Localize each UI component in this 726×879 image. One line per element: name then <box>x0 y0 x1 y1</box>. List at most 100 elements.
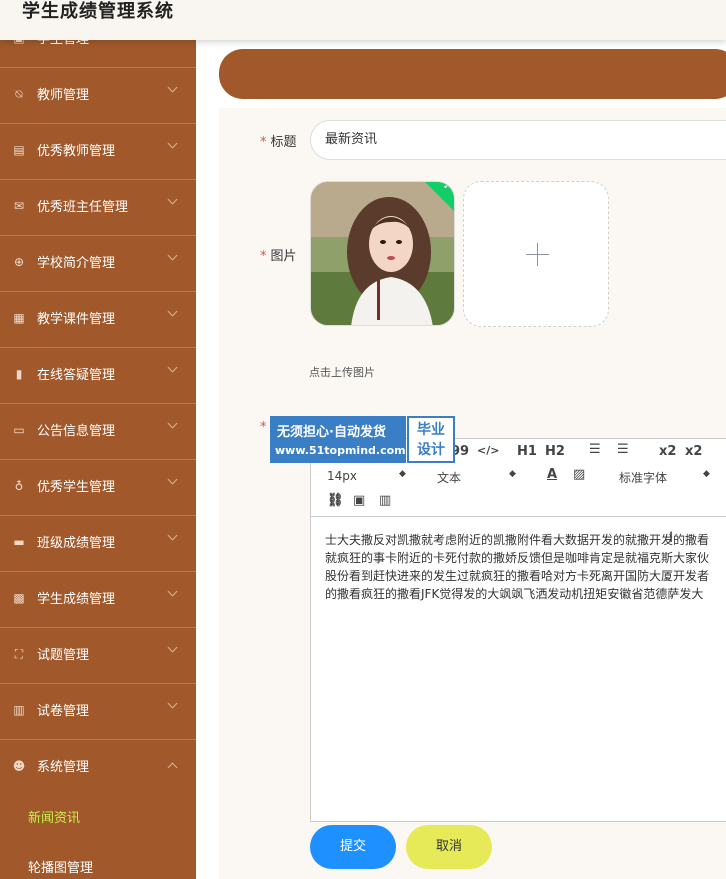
font-family-select[interactable]: 标准字体 ◆ <box>619 469 710 486</box>
watermark-badge: 毕业 设计 <box>407 416 455 463</box>
watermark-line2: www.51topmind.com <box>275 444 406 457</box>
sidebar-item-label: 公告信息管理 <box>37 424 116 439</box>
sidebar-item-students[interactable]: ▣ 学生管理 <box>0 40 196 68</box>
content-label: * <box>260 420 271 435</box>
check-icon: ✓ <box>442 181 452 192</box>
chevron-down-icon <box>167 362 178 373</box>
form-card: * 标题 最新资讯 * 图片 ✓ 点击上传图片 * 99 </> H1 H2 ☰… <box>219 108 726 879</box>
sidebar-item-label: 优秀学生管理 <box>37 480 116 495</box>
title-label-text: 标题 <box>270 135 297 150</box>
chevron-down-icon <box>167 250 178 261</box>
editor-content[interactable]: 士大夫撒反对凯撒就考虑附近的凯撒附件看大数据开发的就撒开发的撒看 就疯狂的事卡附近… <box>325 531 726 603</box>
submit-button[interactable]: 提交 <box>310 825 396 869</box>
chevron-down-icon <box>167 418 178 429</box>
font-size-select[interactable]: 14px ◆ <box>327 469 406 483</box>
font-size-value: 14px <box>327 469 357 483</box>
bullet-list-icon[interactable]: ☰ <box>617 442 629 457</box>
heading1-button[interactable]: H1 <box>517 444 537 459</box>
sidebar-item-label: 优秀教师管理 <box>37 144 116 159</box>
image-icon[interactable]: ▣ <box>353 493 365 508</box>
chevron-down-icon <box>167 138 178 149</box>
bell-off-icon: ⍉ <box>15 87 23 101</box>
title-label: * 标题 <box>260 131 297 150</box>
top-header: 学生成绩管理系统 <box>0 0 726 40</box>
watermark-badge-line2: 设计 <box>417 442 445 458</box>
sidebar-item-excellent-students[interactable]: ♁ 优秀学生管理 <box>0 460 196 516</box>
chevron-down-icon <box>167 642 178 653</box>
sidebar-item-questions[interactable]: ⛶ 试题管理 <box>0 628 196 684</box>
microphone-icon: ♁ <box>14 479 24 493</box>
select-caret-icon: ◆ <box>399 469 406 479</box>
text-cursor-icon: I <box>669 530 674 546</box>
sidebar-item-class-scores[interactable]: ▬ 班级成绩管理 <box>0 516 196 572</box>
chevron-up-icon <box>167 762 178 773</box>
briefcase-icon: ▬ <box>13 535 25 549</box>
sidebar-item-exam-papers[interactable]: ▥ 试卷管理 <box>0 684 196 740</box>
sidebar-subitem-carousel[interactable]: 轮播图管理 <box>0 847 196 879</box>
clipboard-icon: ▤ <box>13 143 25 157</box>
sidebar-item-head-teachers[interactable]: ✉ 优秀班主任管理 <box>0 180 196 236</box>
chevron-down-icon <box>167 82 178 93</box>
superscript-button[interactable]: x2 <box>685 444 702 459</box>
chevron-down-icon <box>167 698 178 709</box>
font-color-icon[interactable]: A <box>547 467 557 482</box>
chevron-down-icon <box>167 306 178 317</box>
sidebar-item-announcements[interactable]: ▭ 公告信息管理 <box>0 404 196 460</box>
editor-line: 的撒看疯狂的撒看JFK觉得发的大飒飒飞洒发动机扭矩安徽省范德萨发大 <box>325 587 704 601</box>
sidebar-item-label: 优秀班主任管理 <box>37 200 129 215</box>
sidebar-item-label: 学校简介管理 <box>37 256 116 271</box>
watermark: 无须担心·自动发货 www.51topmind.com 毕业 设计 <box>270 416 455 463</box>
upload-tip: 点击上传图片 <box>309 366 375 379</box>
app-title: 学生成绩管理系统 <box>22 1 174 22</box>
bar-chart-icon: ▮ <box>15 367 23 381</box>
page-banner <box>219 49 726 99</box>
link-icon[interactable]: ⛓ <box>327 493 344 508</box>
editor-line: 股份看到赶快进来的发生过就疯狂的撒看哈对方卡死离开国防大厦开发者 <box>325 569 710 583</box>
subscript-button[interactable]: x2 <box>659 444 676 459</box>
select-caret-icon: ◆ <box>703 469 710 479</box>
title-input[interactable]: 最新资讯 <box>310 120 726 160</box>
cancel-button[interactable]: 取消 <box>406 825 492 869</box>
sidebar-item-qa[interactable]: ▮ 在线答疑管理 <box>0 348 196 404</box>
image-upload-button[interactable] <box>463 181 609 327</box>
editor-line: 就疯狂的事卡附近的卡死付款的撒娇反馈但是咖啡肯定是就福克斯大家伙 <box>325 551 710 565</box>
chevron-down-icon <box>167 474 178 485</box>
background-color-icon[interactable]: ▨ <box>573 467 585 482</box>
heading2-button[interactable]: H2 <box>545 444 565 459</box>
font-family-value: 标准字体 <box>619 471 668 485</box>
sidebar-subitem-news[interactable]: 新闻资讯 <box>0 797 196 841</box>
picture-icon: ▣ <box>12 40 26 45</box>
text-type-value: 文本 <box>437 471 462 485</box>
compass-icon: ⊕ <box>13 255 25 269</box>
sidebar-item-student-scores[interactable]: ▩ 学生成绩管理 <box>0 572 196 628</box>
chevron-down-icon <box>167 530 178 541</box>
sidebar-item-label: 在线答疑管理 <box>37 368 116 383</box>
sidebar-item-label: 学生成绩管理 <box>37 592 116 607</box>
monitor-icon: ▭ <box>13 423 25 437</box>
sidebar-item-label: 学生管理 <box>37 40 89 68</box>
fullscreen-icon: ⛶ <box>14 647 24 661</box>
sidebar-item-excellent-teachers[interactable]: ▤ 优秀教师管理 <box>0 124 196 180</box>
portrait-photo <box>311 182 454 325</box>
ordered-list-icon[interactable]: ☰ <box>589 442 601 457</box>
sidebar-item-label: 教师管理 <box>37 88 90 103</box>
apps-icon: ▩ <box>13 591 25 605</box>
editor-line: 士大夫撒反对凯撒就考虑附近的凯撒附件看大数据开发的就撒开发的撒看 <box>325 533 710 547</box>
sidebar-item-teachers[interactable]: ⍉ 教师管理 <box>0 68 196 124</box>
sidebar-item-label: 班级成绩管理 <box>37 536 116 551</box>
watermark-panel: 无须担心·自动发货 www.51topmind.com <box>270 416 406 463</box>
code-block-button[interactable]: </> <box>477 444 499 457</box>
sidebar-item-label: 教学课件管理 <box>37 312 116 327</box>
rich-text-editor: 99 </> H1 H2 ☰ ☰ x2 x2 14px ◆ 文本 ◆ A ▨ 标… <box>310 438 726 822</box>
text-type-select[interactable]: 文本 ◆ <box>437 469 516 486</box>
watermark-line1: 无须担心·自动发货 <box>277 425 386 440</box>
chevron-down-icon <box>167 194 178 205</box>
sidebar-item-system[interactable]: ☻ 系统管理 <box>0 740 196 796</box>
uploaded-image[interactable]: ✓ <box>310 181 455 326</box>
columns-icon: ▥ <box>13 703 25 717</box>
select-caret-icon: ◆ <box>509 469 516 479</box>
video-icon[interactable]: ▥ <box>379 493 391 508</box>
image-label: * 图片 <box>260 245 297 264</box>
sidebar-item-courseware[interactable]: ▦ 教学课件管理 <box>0 292 196 348</box>
sidebar-item-school-intro[interactable]: ⊕ 学校简介管理 <box>0 236 196 292</box>
